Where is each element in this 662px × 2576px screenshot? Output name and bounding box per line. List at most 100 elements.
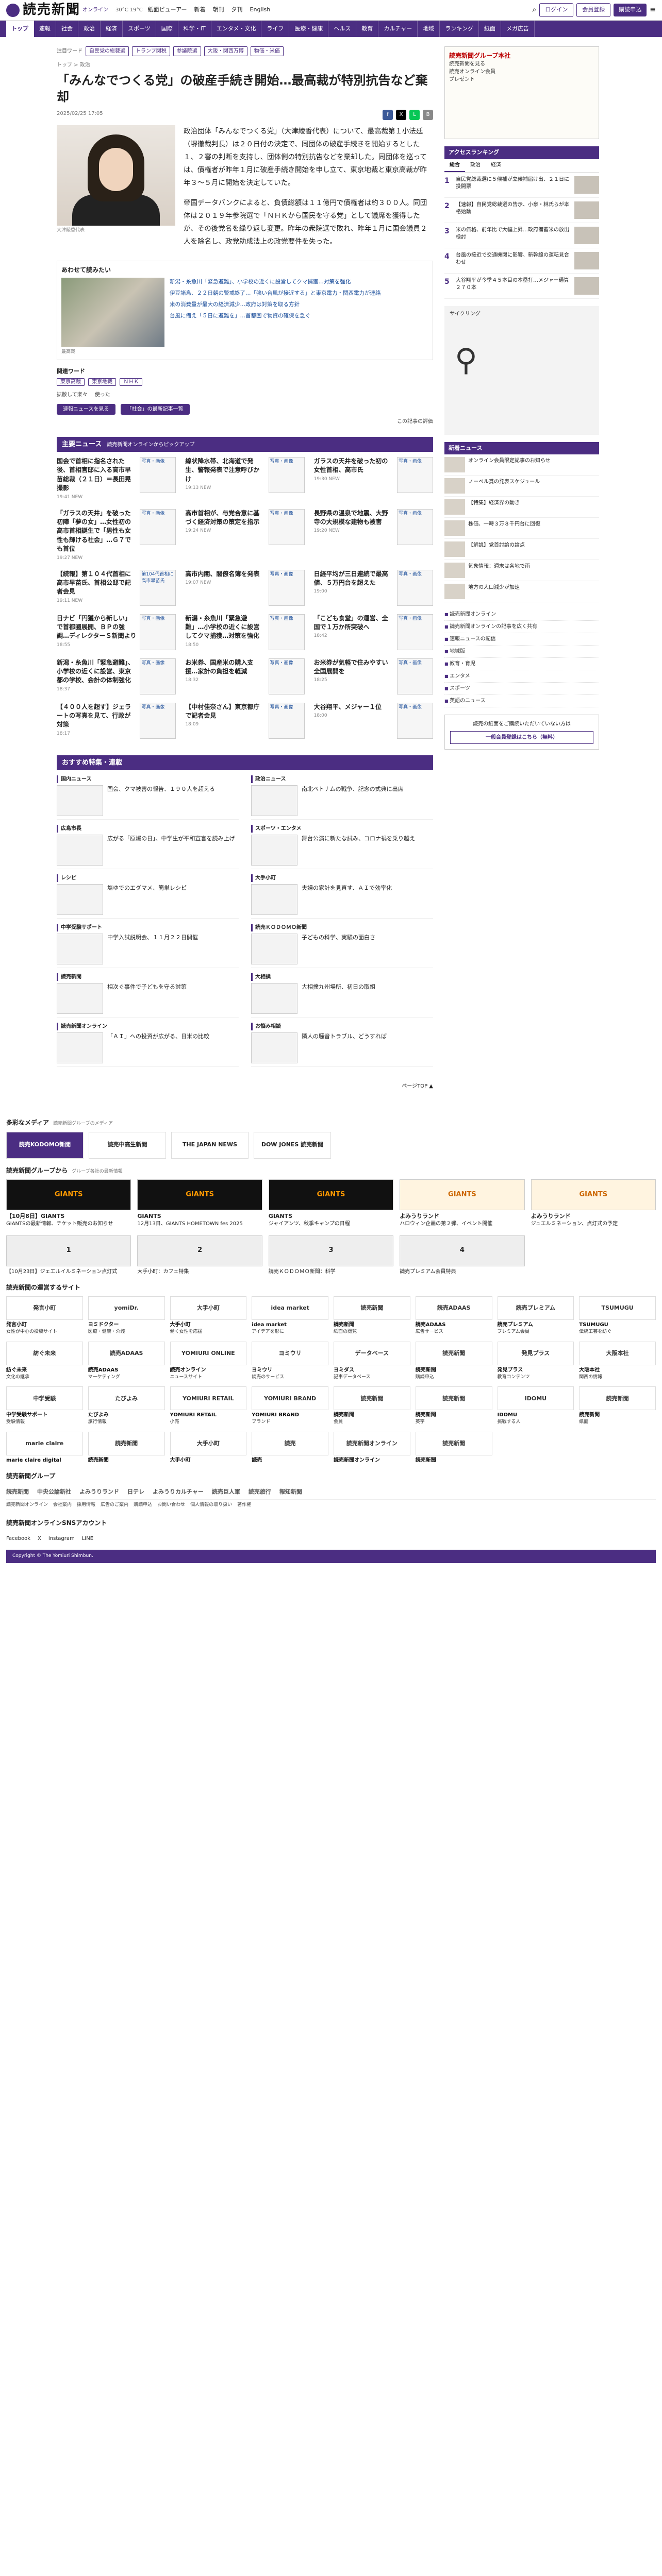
- news-photo[interactable]: 写真・画像: [268, 509, 305, 545]
- news-headline[interactable]: 大谷翔平、メジャー１位: [314, 703, 394, 711]
- site-card[interactable]: 中学受験 中学受験サポート 受験情報: [6, 1386, 83, 1426]
- side-link[interactable]: 英語のニュース: [444, 695, 599, 707]
- special-card[interactable]: 南北ベトナムの戦争、記念の式典に出席: [251, 785, 433, 820]
- news-list-title[interactable]: ノーベル賞の発表スケジュール: [468, 478, 540, 494]
- news-headline[interactable]: 線状降水帯、北海道で発生、警報発表で注意呼びかけ: [185, 457, 265, 484]
- site-name[interactable]: 読売ADAAS: [88, 1367, 165, 1374]
- related-link[interactable]: 米の消費量が最大の経済減少…政府は対策を取る方針: [170, 300, 381, 309]
- site-card[interactable]: TSUMUGU TSUMUGU 伝統工芸を紡ぐ: [579, 1296, 656, 1335]
- site-name[interactable]: たびよみ: [88, 1412, 165, 1419]
- facebook-icon[interactable]: f: [383, 109, 393, 120]
- footer-link[interactable]: 著作権: [237, 1502, 251, 1509]
- news-headline[interactable]: 「ガラスの天井」を破った初陣「夢の女」…女性初の高市首相誕生で「男性も女性も輝け…: [57, 509, 137, 554]
- news-photo[interactable]: 写真・画像: [268, 614, 305, 650]
- special-category[interactable]: 国内ニュース: [57, 775, 239, 784]
- site-name[interactable]: 発見プラス: [498, 1367, 574, 1374]
- x-icon[interactable]: X: [396, 109, 406, 120]
- site-card[interactable]: 読売ADAAS 読売ADAAS マーケティング: [88, 1341, 165, 1381]
- special-category[interactable]: 読売新聞: [57, 973, 239, 981]
- trend-tag[interactable]: 自民党の総裁選: [86, 46, 129, 56]
- brand-name[interactable]: 読売新聞: [88, 1457, 165, 1464]
- special-photo[interactable]: [57, 1032, 103, 1064]
- footer-link[interactable]: 広告のご案内: [101, 1502, 128, 1509]
- special-card[interactable]: 相次ぐ事件で子どもを守る対策: [57, 983, 239, 1018]
- tab-economy[interactable]: 経済: [486, 159, 506, 172]
- news-photo[interactable]: 写真・画像: [396, 457, 433, 493]
- nav-item[interactable]: 科学・IT: [178, 21, 211, 37]
- news-headline[interactable]: 高市首相が、与党合意に基づく経済対策の策定を指示: [185, 509, 265, 527]
- special-card[interactable]: 舞台公演に新たな試み、コロナ禍を乗り越え: [251, 835, 433, 870]
- news-headline[interactable]: 【中村佳奈さん】東京都庁で記者会見: [185, 703, 265, 721]
- site-card[interactable]: IDOMU IDOMU 挑戦する人: [497, 1386, 574, 1426]
- footer-link[interactable]: 個人情報の取り扱い: [190, 1502, 232, 1509]
- news-headline[interactable]: 長野県の温泉で地震、大野寺の大規模な建物も被害: [314, 509, 394, 527]
- special-photo[interactable]: [57, 884, 103, 916]
- group-logo-text[interactable]: 読売旅行: [249, 1488, 271, 1497]
- side-link[interactable]: 読売新聞オンラインの記事を広く共有: [444, 621, 599, 633]
- special-category[interactable]: レシピ: [57, 874, 239, 883]
- trend-tag[interactable]: 大阪・関西万博: [204, 46, 247, 56]
- ranking-item[interactable]: 3 米の価格、前年比で大幅上昇…政府備蓄米の放出検討: [444, 223, 599, 248]
- ticket-card[interactable]: 3 読売ＫＯＤＯＭＯ新聞：科学: [268, 1235, 394, 1276]
- site-name[interactable]: YOMIURI BRAND: [252, 1412, 328, 1419]
- news-card[interactable]: 国会で首相に指名された後、首相官邸に入る高市早苗総裁（２１日）＝長田晃撮影 19:…: [57, 457, 176, 501]
- news-headline[interactable]: 日ナビ「円獲から新しい」で首都圏展開、ＢＰの強調…ディレクターＳ新聞より: [57, 614, 137, 641]
- news-list-title[interactable]: 【解説】党首討論の論点: [468, 541, 525, 557]
- footer-link[interactable]: 採用情報: [77, 1502, 95, 1509]
- login-button[interactable]: ログイン: [539, 3, 574, 17]
- news-photo[interactable]: 写真・画像: [140, 702, 176, 739]
- related-link[interactable]: 新潟・糸魚川「緊急避難」、小学校の近くに設営してクマ捕獲…対策を強化: [170, 278, 381, 286]
- group-logo-text[interactable]: 中央公論新社: [37, 1488, 71, 1497]
- news-headline[interactable]: ガラスの天井を破った初の女性首相、高市氏: [314, 457, 394, 475]
- ticket-card[interactable]: 1 【10月23日】ジェエルイルミネーション点灯式: [6, 1235, 131, 1276]
- site-card[interactable]: 読売ADAAS 読売ADAAS 広告サービス: [415, 1296, 492, 1335]
- news-list-item[interactable]: 【特集】経済界の動き: [444, 497, 599, 518]
- nav-item[interactable]: エンタメ・文化: [211, 21, 262, 37]
- keyword-tag[interactable]: 東京高裁: [57, 378, 85, 386]
- special-category[interactable]: 広島市長: [57, 825, 239, 833]
- news-list-item[interactable]: 株価、一時３万８千円台に回復: [444, 518, 599, 539]
- nav-item[interactable]: ランキング: [440, 21, 479, 37]
- news-list-title[interactable]: 気象情報：週末は各地で雨: [468, 563, 530, 578]
- header-nav-item[interactable]: 紙面ビューアー: [148, 6, 187, 14]
- news-list-title[interactable]: 地方の人口減少が加速: [468, 584, 520, 599]
- news-photo[interactable]: 写真・画像: [268, 569, 305, 606]
- news-card[interactable]: 長野県の温泉で地震、大野寺の大規模な建物も被害 19:20 NEW 写真・画像: [314, 509, 433, 562]
- brand-card[interactable]: marie claire marie claire digital: [6, 1431, 83, 1464]
- ticket-card[interactable]: 4 読売プレミアム会員特典: [400, 1235, 525, 1276]
- news-headline[interactable]: 【続報】第１０４代首相に高市早苗氏、首相公邸で記者会見: [57, 570, 137, 597]
- ticket-text[interactable]: 読売ＫＯＤＯＭＯ新聞：科学: [269, 1268, 393, 1276]
- site-name[interactable]: 読売新聞: [334, 1412, 410, 1419]
- news-headline[interactable]: 新潟・糸魚川「緊急避難」…小学校の近くに設営してクマ捕獲…対策を強化: [185, 614, 265, 641]
- special-card[interactable]: 隣人の騒音トラブル、どうすれば: [251, 1032, 433, 1067]
- nav-item[interactable]: 医療・健康: [289, 21, 329, 37]
- site-card[interactable]: YOMIURI ONLINE 読売オンライン ニュースサイト: [170, 1341, 247, 1381]
- site-card[interactable]: YOMIURI BRAND YOMIURI BRAND ブランド: [252, 1386, 328, 1426]
- group-card[interactable]: GIANTS よみうりランド ハロウィン企画の第２弾、イベント開催: [400, 1179, 525, 1228]
- article-photo[interactable]: [57, 125, 175, 226]
- special-card[interactable]: 中学入試説明会、１１月２２日開催: [57, 934, 239, 969]
- site-name[interactable]: TSUMUGU: [579, 1321, 656, 1329]
- site-card[interactable]: データベース ヨミダス 記事データベース: [334, 1341, 410, 1381]
- site-card[interactable]: 発見プラス 発見プラス 教育コンテンツ: [497, 1341, 574, 1381]
- news-list-item[interactable]: 地方の人口減少が加速: [444, 581, 599, 602]
- news-headline[interactable]: お米券、国産米の購入支援…家計の負担を軽減: [185, 658, 265, 676]
- brand-card[interactable]: 大手小町 大手小町: [170, 1431, 247, 1464]
- site-card[interactable]: 読売新聞 読売新聞 購読申込: [415, 1341, 492, 1381]
- breaking-news-button[interactable]: 速報ニュースを見る: [57, 403, 115, 415]
- special-text[interactable]: 広がる「原爆の日」、中学生が平和宣言を読み上げ: [107, 835, 235, 866]
- news-photo[interactable]: 写真・画像: [396, 614, 433, 650]
- page-top-link[interactable]: ページTOP ▲: [57, 1072, 433, 1100]
- special-photo[interactable]: [57, 785, 103, 817]
- news-headline[interactable]: 国会で首相に指名された後、首相官邸に入る高市早苗総裁（２１日）＝長田晃撮影: [57, 457, 137, 493]
- media-logo[interactable]: 読売中高生新聞: [89, 1131, 166, 1159]
- news-card[interactable]: 線状降水帯、北海道で発生、警報発表で注意呼びかけ 19:13 NEW 写真・画像: [185, 457, 305, 501]
- site-logo[interactable]: 読売新聞: [23, 0, 80, 20]
- subscribe-button[interactable]: 購読申込: [614, 4, 647, 16]
- footer-link[interactable]: 読売新聞オンライン: [6, 1502, 48, 1509]
- special-photo[interactable]: [251, 1032, 297, 1064]
- news-card[interactable]: 【中村佳奈さん】東京都庁で記者会見 18:09 写真・画像: [185, 702, 305, 739]
- news-photo[interactable]: 写真・画像: [268, 658, 305, 694]
- brand-card[interactable]: 読売新聞 読売新聞: [415, 1431, 492, 1464]
- menu-icon[interactable]: ≡: [650, 5, 656, 15]
